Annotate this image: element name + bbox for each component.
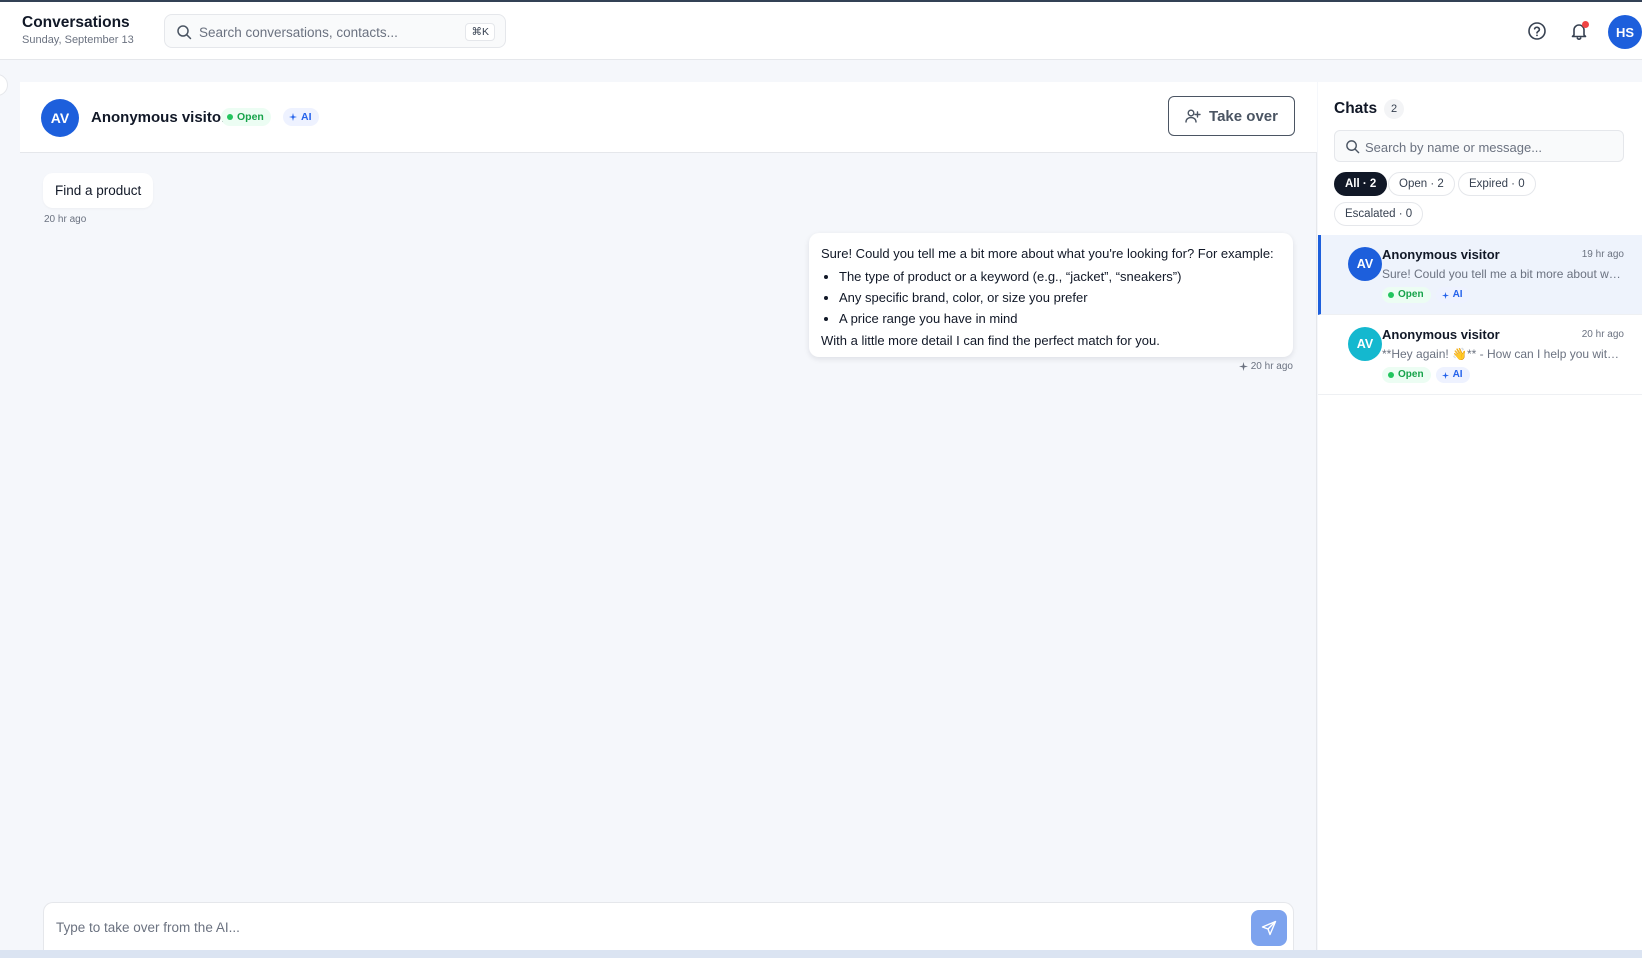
chat-preview: Sure! Could you tell me a bit more about… xyxy=(1382,267,1624,281)
chats-sidebar: Chats 2 All · 2 Open · 2 Expired · 0 Esc… xyxy=(1318,82,1642,950)
status-badge-open: Open xyxy=(1382,287,1431,303)
filter-all[interactable]: All · 2 xyxy=(1334,172,1388,196)
filter-expired[interactable]: Expired · 0 xyxy=(1458,172,1536,196)
visitor-message: Find a product xyxy=(43,173,154,208)
ai-message-outro: With a little more detail I can find the… xyxy=(821,333,1160,348)
global-search-input[interactable] xyxy=(199,21,449,43)
ai-message-time-row: 20 hr ago xyxy=(1238,361,1293,372)
status-badge-open: Open xyxy=(1382,367,1431,383)
search-shortcut-badge: ⌘K xyxy=(465,23,495,41)
chat-avatar: AV xyxy=(1348,247,1382,281)
ai-message: Sure! Could you tell me a bit more about… xyxy=(809,233,1293,357)
chat-badges: Open AI xyxy=(1382,367,1470,383)
ai-badge: AI xyxy=(283,108,319,126)
visitor-message-time: 20 hr ago xyxy=(44,214,87,225)
ai-badge: AI xyxy=(1435,287,1470,303)
user-avatar[interactable]: HS xyxy=(1608,15,1642,49)
ai-message-list: The type of product or a keyword (e.g., … xyxy=(839,266,1281,329)
ai-message-bullet: A price range you have in mind xyxy=(839,308,1281,329)
search-icon xyxy=(177,25,192,40)
chat-time: 19 hr ago xyxy=(1581,249,1624,260)
ai-message-time: 20 hr ago xyxy=(1250,361,1293,372)
message-composer xyxy=(43,902,1294,950)
top-bar: Conversations Sunday, September 13 ⌘K HS xyxy=(0,2,1642,60)
sidebar-collapse-handle[interactable] xyxy=(0,74,8,96)
notification-dot xyxy=(1582,21,1589,28)
ai-message-intro: Sure! Could you tell me a bit more about… xyxy=(821,246,1274,261)
ai-label: AI xyxy=(1452,289,1463,300)
chats-count-badge: 2 xyxy=(1384,99,1404,119)
status-label: Open xyxy=(237,111,264,123)
status-label: Open xyxy=(1398,289,1424,300)
chat-list-item[interactable]: AV Anonymous visitor 20 hr ago **Hey aga… xyxy=(1318,315,1642,395)
sparkle-icon xyxy=(1238,362,1248,371)
chat-avatar: AV xyxy=(1348,327,1382,361)
chats-search[interactable] xyxy=(1334,130,1624,162)
sparkle-icon xyxy=(289,113,297,121)
ai-message-bullet: The type of product or a keyword (e.g., … xyxy=(839,266,1281,287)
filter-escalated[interactable]: Escalated · 0 xyxy=(1334,202,1424,226)
user-plus-icon xyxy=(1185,109,1201,123)
conversation-panel: AV Anonymous visitor Open AI Take over F… xyxy=(20,82,1317,950)
chat-preview: **Hey again! 👋** - How can I help you wi… xyxy=(1382,347,1624,361)
chat-name: Anonymous visitor xyxy=(1382,327,1500,342)
page-date: Sunday, September 13 xyxy=(22,34,134,46)
chats-search-input[interactable] xyxy=(1365,137,1615,157)
chats-title: Chats xyxy=(1334,100,1378,117)
chat-list-item[interactable]: AV Anonymous visitor 19 hr ago Sure! Cou… xyxy=(1318,235,1642,315)
ai-label: AI xyxy=(1452,369,1463,380)
conversation-header: AV Anonymous visitor Open AI Take over xyxy=(20,82,1317,153)
send-icon xyxy=(1261,920,1277,936)
message-input[interactable] xyxy=(56,917,1156,937)
filter-open[interactable]: Open · 2 xyxy=(1388,172,1455,196)
ai-label: AI xyxy=(301,111,312,123)
sparkle-icon xyxy=(1441,371,1449,379)
visitor-name: Anonymous visitor xyxy=(91,109,227,126)
take-over-label: Take over xyxy=(1209,107,1278,125)
send-button[interactable] xyxy=(1251,910,1287,946)
status-badge-open: Open xyxy=(221,108,271,126)
ai-badge: AI xyxy=(1435,367,1470,383)
chat-time: 20 hr ago xyxy=(1581,329,1624,340)
take-over-button[interactable]: Take over xyxy=(1168,96,1295,136)
ai-message-bullet: Any specific brand, color, or size you p… xyxy=(839,287,1281,308)
status-dot xyxy=(1388,372,1394,378)
page-title: Conversations xyxy=(22,14,130,31)
chat-name: Anonymous visitor xyxy=(1382,247,1500,262)
status-dot xyxy=(227,114,233,120)
visitor-avatar: AV xyxy=(41,99,79,137)
help-icon[interactable] xyxy=(1526,20,1548,42)
search-icon xyxy=(1346,140,1360,154)
chat-badges: Open AI xyxy=(1382,287,1470,303)
status-label: Open xyxy=(1398,369,1424,380)
sparkle-icon xyxy=(1441,291,1449,299)
status-dot xyxy=(1388,292,1394,298)
global-search[interactable]: ⌘K xyxy=(164,14,506,48)
bottom-strip xyxy=(0,950,1642,958)
